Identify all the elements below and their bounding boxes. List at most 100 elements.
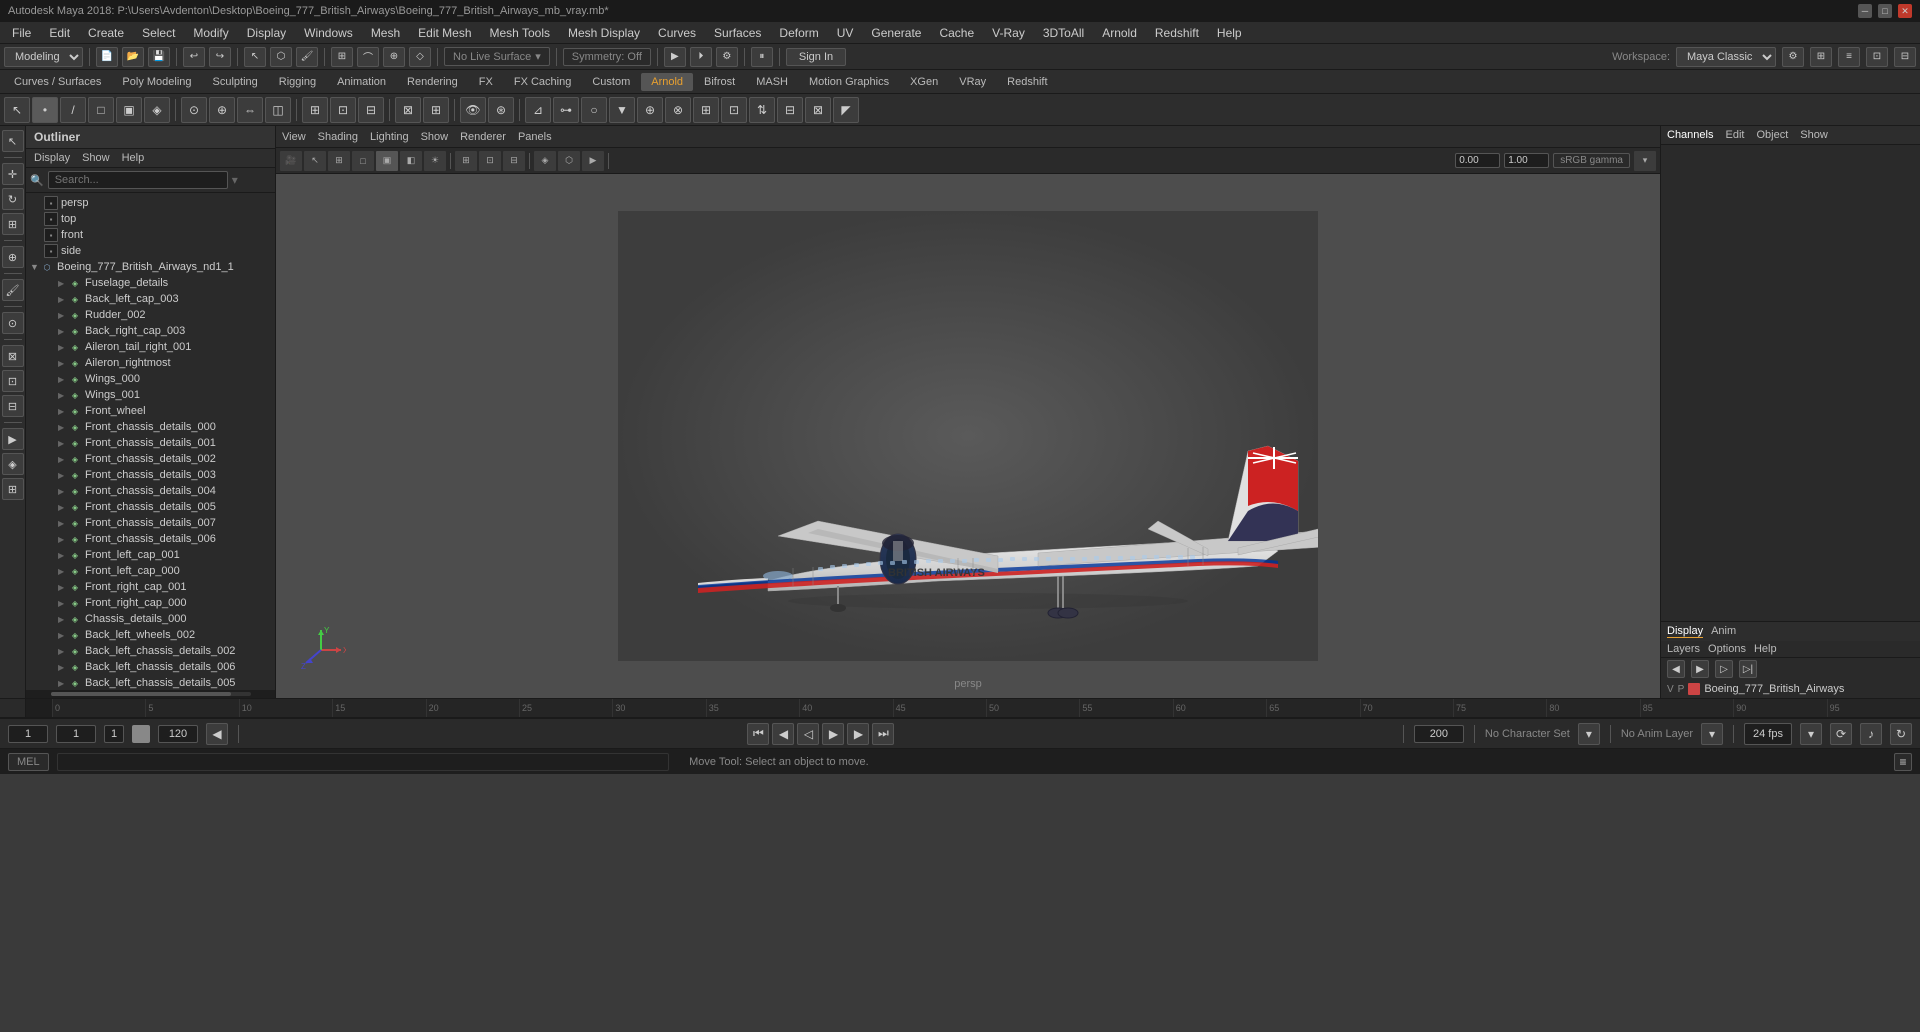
menu-vray[interactable]: V-Ray: [984, 24, 1033, 42]
menu-mesh-display[interactable]: Mesh Display: [560, 24, 648, 42]
tab-redshift[interactable]: Redshift: [997, 73, 1057, 91]
tree-item-chassis-000[interactable]: ▶ ◈ Chassis_details_000: [26, 611, 275, 627]
tree-item-back-left-wheels-002[interactable]: ▶ ◈ Back_left_wheels_002: [26, 627, 275, 643]
gamma-offset-input[interactable]: [1455, 153, 1500, 168]
vp-iso-btn[interactable]: ◈: [534, 151, 556, 171]
circularize-button[interactable]: ○: [581, 97, 607, 123]
detach-button[interactable]: ⊗: [665, 97, 691, 123]
timeline[interactable]: 0 5 10 15 20 25 30 35 40 45 50 55 60 65 …: [0, 698, 1920, 718]
render-button[interactable]: ▶: [664, 47, 686, 67]
snap-point-button[interactable]: ⊕: [383, 47, 405, 67]
layer-color-swatch[interactable]: [1688, 683, 1700, 695]
expand-arrow[interactable]: ▶: [58, 615, 68, 624]
expand-arrow[interactable]: ▶: [58, 551, 68, 560]
pause-button[interactable]: ⏸: [751, 47, 773, 67]
fill-hole-button[interactable]: ⊡: [721, 97, 747, 123]
viewport-canvas[interactable]: BRITISH AIRWAYS: [276, 174, 1660, 698]
expand-arrow[interactable]: ▶: [58, 359, 68, 368]
vp-solid-btn[interactable]: □: [352, 151, 374, 171]
workspace-extra-button[interactable]: ≡: [1838, 47, 1860, 67]
vp-menu-view[interactable]: View: [282, 131, 306, 143]
tree-item-back-left-chassis-006[interactable]: ▶ ◈ Back_left_chassis_details_006: [26, 659, 275, 675]
menu-surfaces[interactable]: Surfaces: [706, 24, 769, 42]
menu-create[interactable]: Create: [80, 24, 132, 42]
merge-button[interactable]: ⊟: [777, 97, 803, 123]
wrap-button[interactable]: ⊟: [358, 97, 384, 123]
gamma-gamma-input[interactable]: [1504, 153, 1549, 168]
da-tab-anim[interactable]: Anim: [1711, 625, 1736, 638]
face-mode-button[interactable]: □: [88, 97, 114, 123]
sign-in-button[interactable]: Sign In: [786, 48, 846, 66]
expand-arrow[interactable]: ▶: [58, 439, 68, 448]
menu-arnold[interactable]: Arnold: [1094, 24, 1145, 42]
layer-next-btn[interactable]: ▷: [1715, 660, 1733, 678]
wedge-button[interactable]: ◤: [833, 97, 859, 123]
rp-show[interactable]: Show: [1800, 129, 1828, 141]
tab-animation[interactable]: Animation: [327, 73, 396, 91]
vp-menu-lighting[interactable]: Lighting: [370, 131, 409, 143]
show-hide2-button[interactable]: ⊛: [488, 97, 514, 123]
tree-item-front-chassis-001[interactable]: ▶ ◈ Front_chassis_details_001: [26, 435, 275, 451]
workspace-snap2-button[interactable]: ⊟: [1894, 47, 1916, 67]
tree-item-persp[interactable]: ▪ persp: [26, 195, 275, 211]
vp-snap-btn[interactable]: ⊡: [479, 151, 501, 171]
audio-btn[interactable]: ♪: [1860, 723, 1882, 745]
connect-button[interactable]: ⊕: [637, 97, 663, 123]
tree-item-front-chassis-006[interactable]: ▶ ◈ Front_chassis_details_006: [26, 531, 275, 547]
open-scene-button[interactable]: 📂: [122, 47, 144, 67]
tree-item-front-left-cap-001[interactable]: ▶ ◈ Front_left_cap_001: [26, 547, 275, 563]
tree-item-back-right-cap-003[interactable]: ▶ ◈ Back_right_cap_003: [26, 323, 275, 339]
tab-fx[interactable]: FX: [469, 73, 503, 91]
ipr-button[interactable]: ⏵: [690, 47, 712, 67]
timeline-ruler[interactable]: 0 5 10 15 20 25 30 35 40 45 50 55 60 65 …: [52, 699, 1920, 717]
select-tool-button[interactable]: ↖: [244, 47, 266, 67]
tree-item-front[interactable]: ▪ front: [26, 227, 275, 243]
menu-curves[interactable]: Curves: [650, 24, 704, 42]
mode-dropdown[interactable]: Modeling: [4, 47, 83, 67]
transform-button[interactable]: ⊕: [209, 97, 235, 123]
tab-arnold[interactable]: Arnold: [641, 73, 693, 91]
gamma-dropdown-btn[interactable]: ▾: [1634, 151, 1656, 171]
tree-item-front-chassis-003[interactable]: ▶ ◈ Front_chassis_details_003: [26, 467, 275, 483]
tree-item-rudder-002[interactable]: ▶ ◈ Rudder_002: [26, 307, 275, 323]
tab-rendering[interactable]: Rendering: [397, 73, 468, 91]
status-right-btn[interactable]: ≡: [1894, 753, 1912, 771]
new-scene-button[interactable]: 📄: [96, 47, 118, 67]
mirror-button[interactable]: ◫: [265, 97, 291, 123]
vp-menu-panels[interactable]: Panels: [518, 131, 552, 143]
menu-modify[interactable]: Modify: [185, 24, 236, 42]
workspace-snap-button[interactable]: ⊡: [1866, 47, 1888, 67]
move-tool-left[interactable]: ✛: [2, 163, 24, 185]
tree-item-front-chassis-004[interactable]: ▶ ◈ Front_chassis_details_004: [26, 483, 275, 499]
step-forward-button[interactable]: ▶: [847, 723, 869, 745]
search-input[interactable]: [48, 171, 228, 189]
select-tool-left[interactable]: ↖: [2, 130, 24, 152]
expand-arrow[interactable]: ▶: [58, 535, 68, 544]
tab-sculpting[interactable]: Sculpting: [203, 73, 268, 91]
edge-mode-button[interactable]: /: [60, 97, 86, 123]
expand-arrow[interactable]: ▶: [58, 295, 68, 304]
tree-item-wings-001[interactable]: ▶ ◈ Wings_001: [26, 387, 275, 403]
vertex-mode-button[interactable]: •: [32, 97, 58, 123]
tree-item-front-wheel[interactable]: ▶ ◈ Front_wheel: [26, 403, 275, 419]
fps-display[interactable]: 24 fps: [1744, 723, 1792, 745]
param-left[interactable]: ⊟: [2, 395, 24, 417]
gamma-display[interactable]: sRGB gamma: [1553, 153, 1630, 168]
tab-rigging[interactable]: Rigging: [269, 73, 326, 91]
tree-item-back-left-chassis-002[interactable]: ▶ ◈ Back_left_chassis_details_002: [26, 643, 275, 659]
outliner-menu-display[interactable]: Display: [30, 151, 74, 165]
menu-edit[interactable]: Edit: [41, 24, 78, 42]
tree-item-front-chassis-000[interactable]: ▶ ◈ Front_chassis_details_000: [26, 419, 275, 435]
workspace-dropdown[interactable]: Maya Classic: [1676, 47, 1776, 67]
go-start-button[interactable]: ⏮: [747, 723, 769, 745]
expand-arrow[interactable]: ▶: [58, 503, 68, 512]
tree-item-top[interactable]: ▪ top: [26, 211, 275, 227]
tree-item-side[interactable]: ▪ side: [26, 243, 275, 259]
menu-uv[interactable]: UV: [829, 24, 862, 42]
layer-prev-btn[interactable]: ▶: [1691, 660, 1709, 678]
render-left[interactable]: ▶: [2, 428, 24, 450]
go-end-button[interactable]: ⏭: [872, 723, 894, 745]
expand-arrow[interactable]: ▼: [30, 262, 40, 272]
expand-arrow[interactable]: ▶: [58, 663, 68, 672]
expand-arrow[interactable]: ▶: [58, 279, 68, 288]
